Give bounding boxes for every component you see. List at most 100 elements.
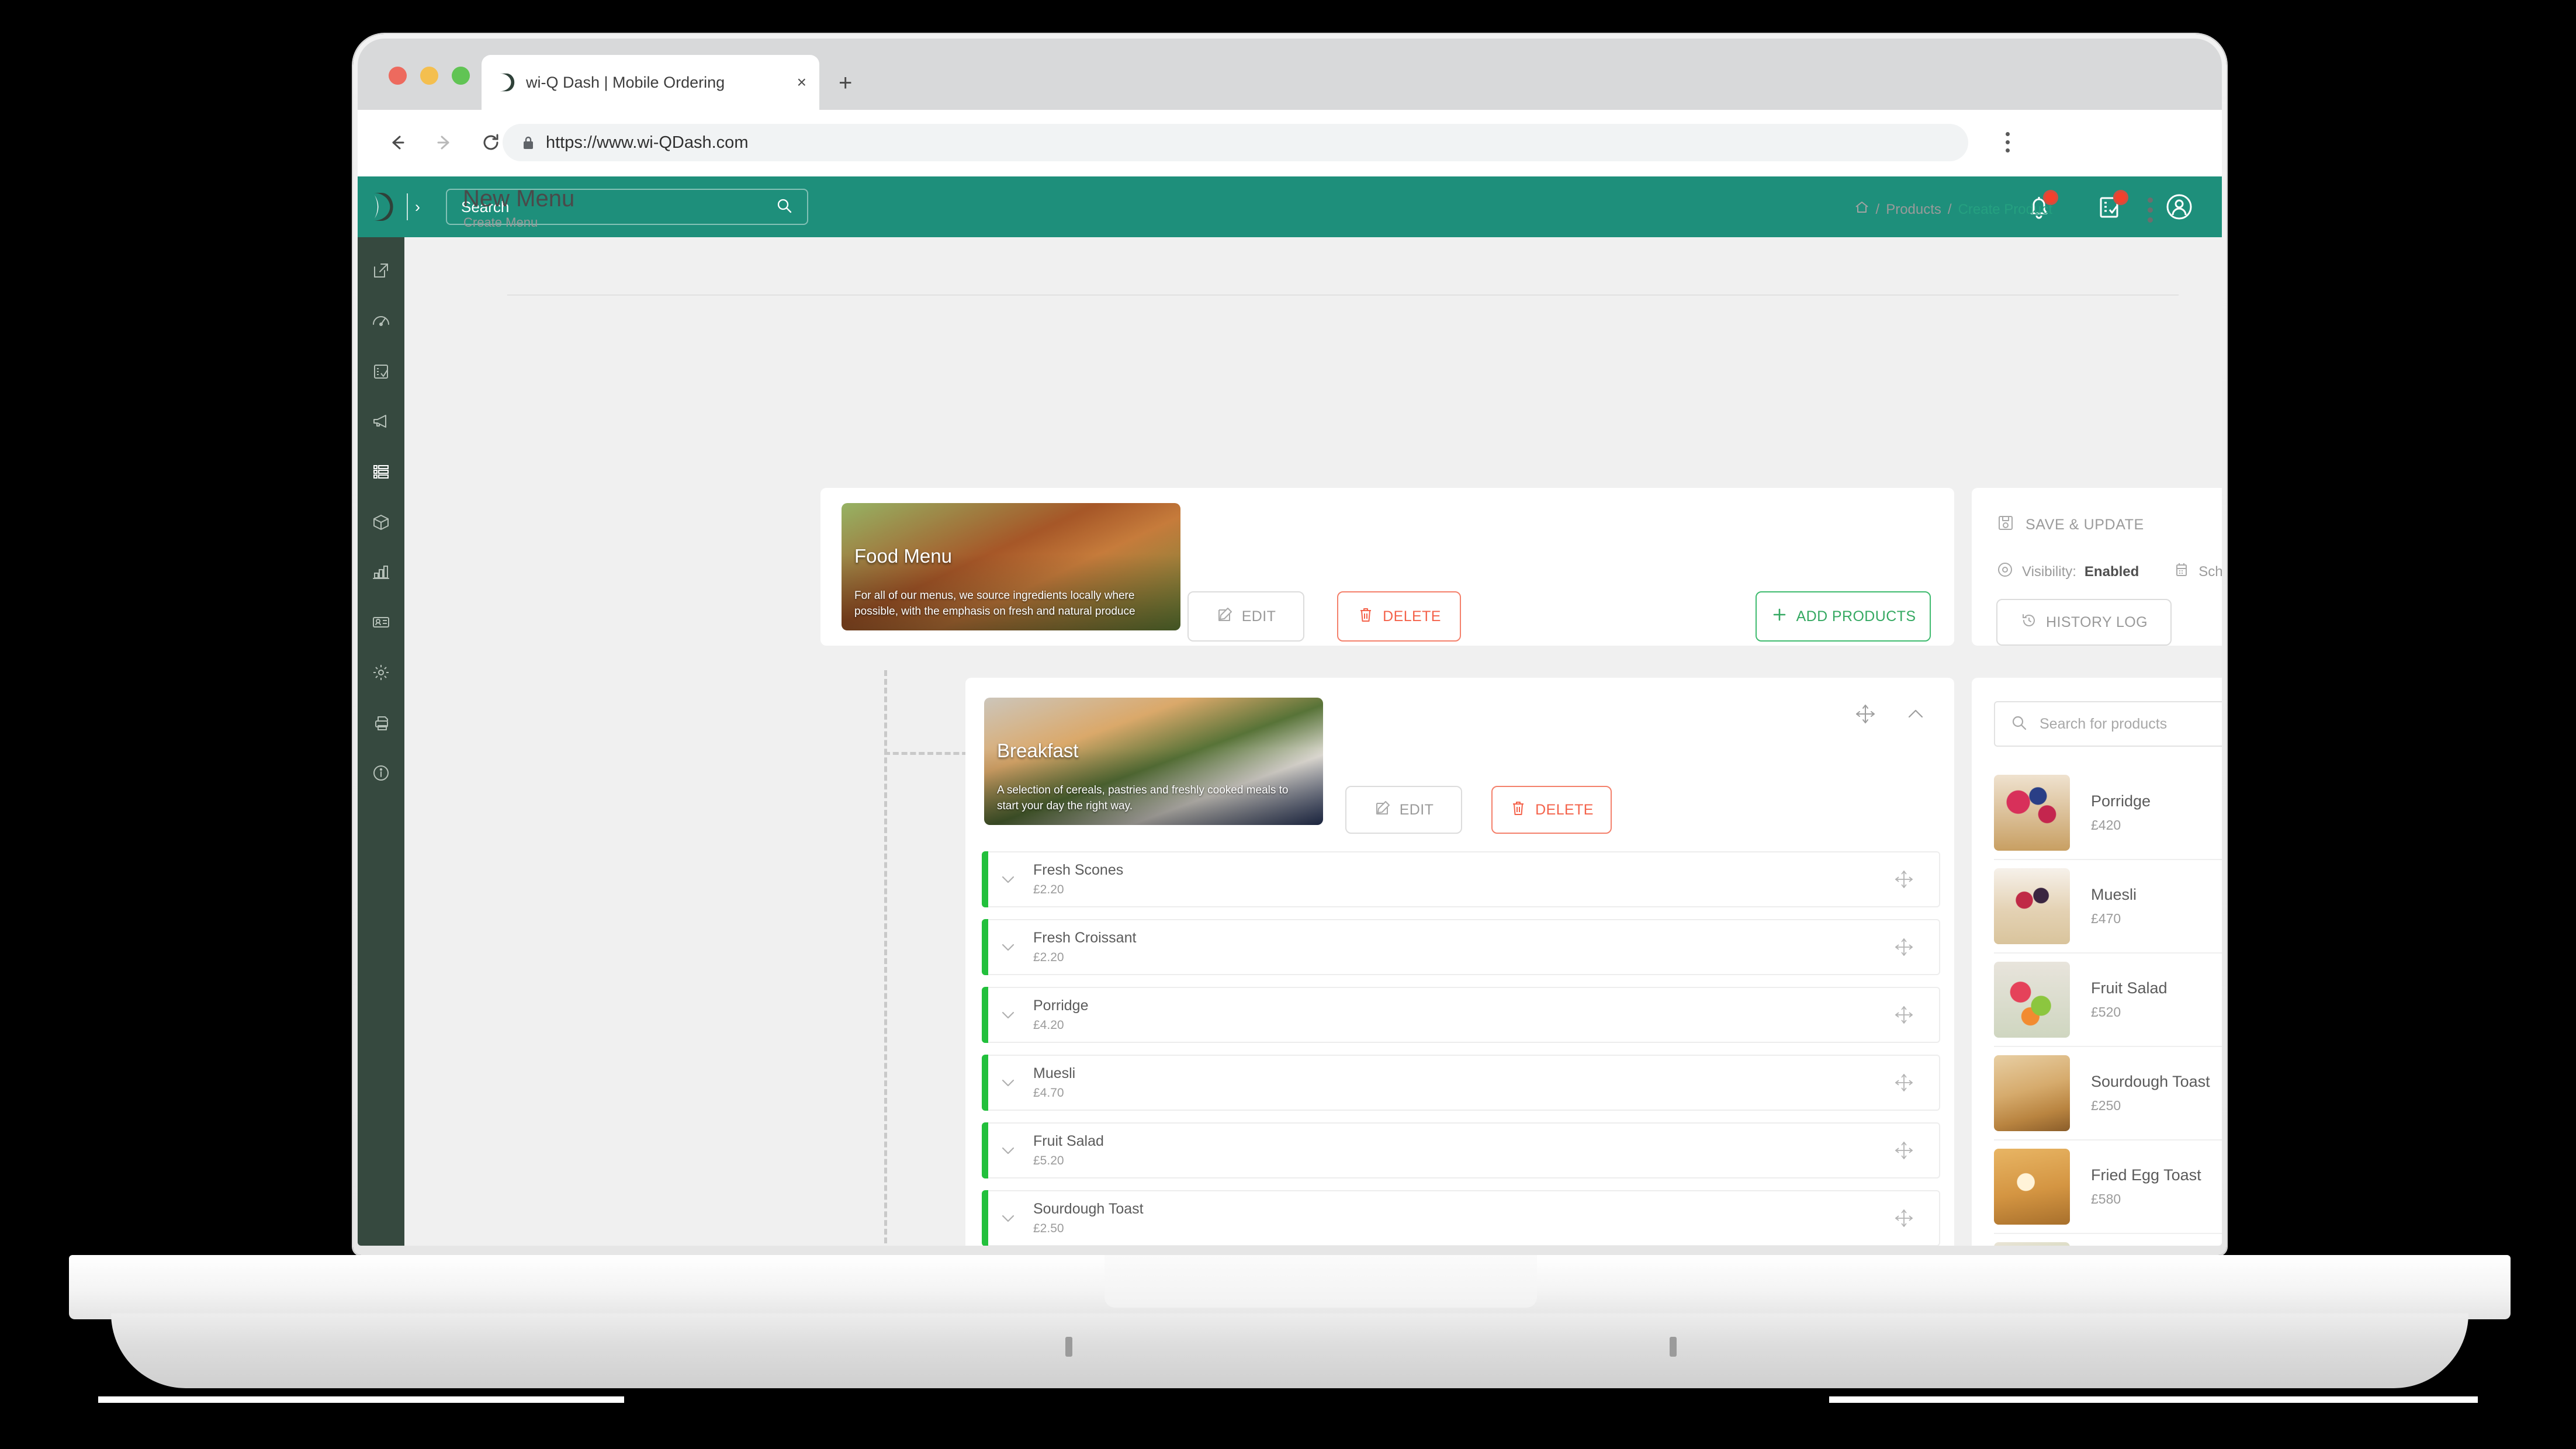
new-tab-button[interactable]: + (839, 71, 852, 95)
menu-item-name: Fruit Salad (1033, 1133, 1104, 1149)
sidebar-item-marketing[interactable] (368, 408, 394, 435)
menu-item-price: £4.70 (1033, 1086, 1064, 1100)
chevron-down-icon[interactable] (983, 1005, 1033, 1025)
product-list-item[interactable]: Fried Egg Toast £580 (1994, 1141, 2222, 1234)
product-name: Fruit Salad (2091, 979, 2168, 997)
forward-arrow-icon[interactable] (432, 131, 456, 154)
window-controls[interactable] (389, 67, 470, 85)
menu-delete-button[interactable]: DELETE (1337, 591, 1461, 642)
chevron-down-icon[interactable] (983, 1073, 1033, 1093)
sidebar-item-orders[interactable] (368, 358, 394, 384)
chevron-down-icon[interactable] (983, 1208, 1033, 1228)
product-search-input[interactable]: Search for products (1994, 701, 2222, 747)
sidebar-expand-toggle[interactable]: › (415, 199, 420, 215)
search-icon[interactable] (775, 197, 793, 217)
menu-item-name: Porridge (1033, 997, 1089, 1014)
move-handle-icon[interactable] (1869, 1140, 1939, 1161)
browser-tab[interactable]: wi-Q Dash | Mobile Ordering × (482, 55, 819, 110)
browser-menu-icon[interactable] (2006, 132, 2010, 152)
chevron-down-icon[interactable] (983, 869, 1033, 889)
product-name: Muesli (2091, 886, 2137, 903)
row-status-accent (982, 1122, 988, 1178)
sidebar-item-dashboard[interactable] (368, 307, 394, 334)
sidebar-item-customers[interactable] (368, 609, 394, 636)
menu-edit-button[interactable]: EDIT (1187, 591, 1304, 642)
product-list-item[interactable]: Sourdough Toast £250 (1994, 1047, 2222, 1141)
product-thumbnail (1994, 868, 2070, 944)
products-panel: Search for products Porridge £420 Muesli £4… (1972, 678, 2222, 1246)
reload-icon[interactable] (479, 131, 503, 154)
wi-q-favicon-icon (494, 71, 517, 93)
move-handle-icon[interactable] (1869, 937, 1939, 958)
back-arrow-icon[interactable] (386, 131, 409, 154)
move-handle-icon[interactable] (1869, 869, 1939, 890)
close-window-button[interactable] (389, 67, 407, 85)
section-delete-button[interactable]: DELETE (1491, 786, 1612, 834)
address-bar[interactable]: https://www.wi-QDash.com (503, 124, 1968, 161)
product-list-item[interactable]: Cottage (1994, 1234, 2222, 1246)
chevron-down-icon[interactable] (983, 937, 1033, 957)
add-products-button[interactable]: ADD PRODUCTS (1756, 591, 1931, 642)
close-tab-button[interactable]: × (797, 74, 806, 91)
laptop-foot (111, 1313, 2468, 1388)
menu-item-row[interactable]: Porridge £4.20 (982, 987, 1940, 1043)
menu-item-row[interactable]: Fruit Salad £5.20 (982, 1122, 1940, 1178)
product-list-item[interactable]: Muesli £470 (1994, 860, 2222, 954)
calendar-icon (2173, 561, 2190, 583)
chevron-down-icon[interactable] (983, 1141, 1033, 1160)
pencil-edit-icon (1374, 799, 1391, 821)
user-avatar-icon[interactable] (2163, 191, 2195, 223)
sidebar-item-settings[interactable] (368, 659, 394, 686)
history-clock-icon (2020, 612, 2038, 633)
menu-item-name: Fresh Croissant (1033, 930, 1137, 946)
history-log-button[interactable]: HISTORY LOG (1996, 599, 2172, 646)
product-list-item[interactable]: Porridge £420 (1994, 767, 2222, 860)
save-update-panel: SAVE & UPDATE Visibility: Enabled Schedu… (1972, 488, 2222, 646)
browser-window: wi-Q Dash | Mobile Ordering × + https://… (358, 39, 2222, 1246)
sidebar-nav (358, 237, 404, 1246)
app-logo[interactable] (358, 176, 404, 237)
breadcrumb-current[interactable]: Create Product (1958, 202, 2052, 218)
section-thumbnail: Breakfast A selection of cereals, pastri… (984, 698, 1323, 825)
row-status-accent (982, 987, 988, 1043)
page-subtitle: Create Menu (463, 215, 538, 230)
menu-item-row[interactable]: Muesli £4.70 (982, 1055, 1940, 1111)
sidebar-item-printers[interactable] (368, 709, 394, 736)
save-panel-title: SAVE & UPDATE (2026, 516, 2144, 533)
sidebar-item-external-link[interactable] (368, 257, 394, 284)
sidebar-item-products[interactable] (368, 508, 394, 535)
product-price: £520 (2091, 1004, 2121, 1020)
product-thumbnail (1994, 775, 2070, 851)
section-edit-label: EDIT (1399, 801, 1434, 818)
home-icon[interactable] (1854, 200, 1869, 219)
trash-icon (1509, 799, 1527, 821)
product-price: £420 (2091, 817, 2121, 833)
kebab-menu-icon[interactable] (2148, 197, 2153, 223)
row-status-accent (982, 919, 988, 975)
visibility-value: Enabled (2084, 563, 2139, 580)
tasks-badge (2113, 190, 2128, 205)
section-move-handle-icon[interactable] (1854, 702, 1877, 729)
sidebar-item-info[interactable] (368, 760, 394, 786)
tree-connector-branch (884, 752, 977, 755)
sidebar-item-menus[interactable] (368, 458, 394, 485)
section-collapse-chevron-up-icon[interactable] (1904, 702, 1927, 729)
move-handle-icon[interactable] (1869, 1072, 1939, 1093)
sidebar-item-reports[interactable] (368, 559, 394, 585)
header-divider (407, 193, 408, 220)
menu-item-row[interactable]: Fresh Scones £2.20 (982, 851, 1940, 907)
menu-item-row[interactable]: Fresh Croissant £2.20 (982, 919, 1940, 975)
breadcrumb-products[interactable]: Products (1886, 202, 1941, 218)
menu-thumbnail-description: For all of our menus, we source ingredie… (854, 590, 1135, 618)
product-list-item[interactable]: Fruit Salad £520 (1994, 954, 2222, 1047)
menu-delete-label: DELETE (1383, 608, 1441, 625)
section-edit-button[interactable]: EDIT (1345, 786, 1462, 834)
move-handle-icon[interactable] (1869, 1208, 1939, 1229)
laptop-mockup: wi-Q Dash | Mobile Ordering × + https://… (0, 0, 2576, 1449)
minimize-window-button[interactable] (420, 67, 438, 85)
maximize-window-button[interactable] (452, 67, 470, 85)
menu-item-row[interactable]: Sourdough Toast £2.50 (982, 1190, 1940, 1246)
move-handle-icon[interactable] (1869, 1004, 1939, 1025)
clipboard-check-icon[interactable] (2093, 190, 2128, 223)
breadcrumb-sep-1: / (1875, 201, 1880, 217)
